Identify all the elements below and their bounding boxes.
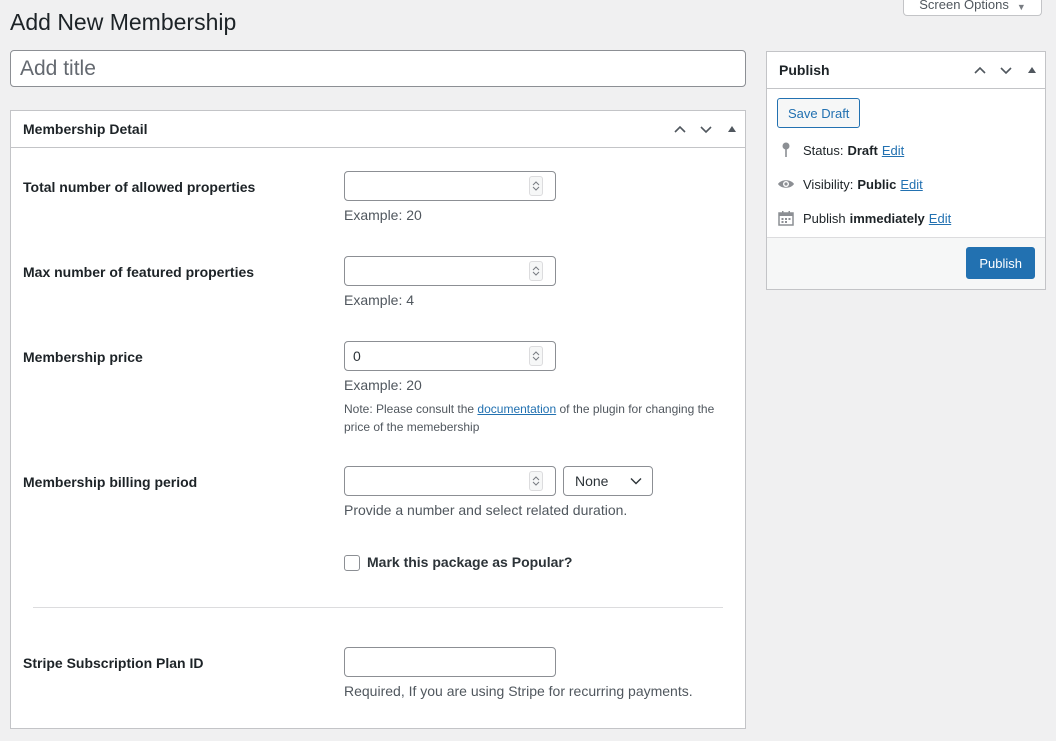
visibility-row: Visibility: Public Edit [777,175,923,193]
billing-duration-value: None [575,473,609,489]
calendar-icon [777,209,795,227]
pin-icon [777,141,795,159]
save-draft-button[interactable]: Save Draft [777,98,861,128]
move-up-button[interactable] [967,52,993,88]
spinner-arrows-icon[interactable] [529,346,543,366]
publish-time-value: immediately [849,210,925,226]
status-row: Status: Draft Edit [777,141,904,159]
membership-price-label: Membership price [23,349,143,365]
membership-price-note: Note: Please consult the documentation o… [344,400,734,436]
section-divider [33,607,723,608]
toggle-panel-button[interactable] [1019,52,1045,88]
visibility-label: Visibility: [803,176,854,192]
publish-header: Publish [767,52,1045,89]
page: Screen Options ▼ Add New Membership Memb… [0,0,1056,741]
spinner-arrows-icon[interactable] [529,176,543,196]
screen-options-button[interactable]: Screen Options ▼ [903,0,1042,16]
chevron-down-icon [630,478,642,485]
chevron-down-icon [700,126,712,134]
publish-actions: Publish [767,237,1045,289]
note-text-before: Note: Please consult the [344,402,478,416]
billing-period-description: Provide a number and select related dura… [344,502,628,518]
stripe-plan-label: Stripe Subscription Plan ID [23,655,204,671]
publish-time-row: Publish immediately Edit [777,209,951,227]
chevron-down-icon [1000,67,1012,75]
eye-icon [777,175,795,193]
chevron-up-icon [674,125,686,133]
page-title: Add New Membership [10,9,237,35]
box-handle-actions [967,52,1045,88]
post-title-input[interactable] [10,50,746,87]
membership-detail-box: Membership Detail Total number of allowe… [10,110,746,729]
publish-heading: Publish [779,62,830,78]
toggle-arrow-icon [1028,67,1036,73]
membership-detail-heading: Membership Detail [23,121,148,137]
billing-period-label: Membership billing period [23,474,198,490]
box-handle-actions [667,111,745,147]
featured-properties-example: Example: 4 [344,292,415,308]
allowed-properties-label: Total number of allowed properties [23,179,256,195]
billing-period-input[interactable] [344,466,556,496]
publish-button[interactable]: Publish [966,247,1035,279]
chevron-up-icon [974,66,986,74]
publish-time-label: Publish [803,210,846,226]
featured-properties-input[interactable] [344,256,556,286]
allowed-properties-example: Example: 20 [344,207,422,223]
edit-visibility-link[interactable]: Edit [900,177,922,192]
allowed-properties-input[interactable] [344,171,556,201]
edit-status-link[interactable]: Edit [882,143,904,158]
status-label: Status: [803,142,844,158]
move-up-button[interactable] [667,111,693,147]
move-down-button[interactable] [693,111,719,147]
edit-publish-time-link[interactable]: Edit [929,211,951,226]
membership-price-example: Example: 20 [344,377,422,393]
spinner-arrows-icon[interactable] [529,261,543,281]
featured-properties-label: Max number of featured properties [23,264,255,280]
status-value: Draft [847,142,878,158]
membership-detail-header: Membership Detail [11,111,745,148]
publish-box: Publish Save Draft Status: Draft Edit Vi… [766,51,1046,290]
visibility-value: Public [857,176,897,192]
toggle-arrow-icon [728,126,736,132]
caret-down-icon: ▼ [1016,2,1026,12]
stripe-plan-description: Required, If you are using Stripe for re… [344,683,693,699]
documentation-link[interactable]: documentation [477,402,556,416]
stripe-plan-input[interactable] [344,647,556,677]
billing-duration-select[interactable]: None [563,466,653,496]
screen-options-label: Screen Options [919,0,1009,12]
popular-checkbox[interactable] [344,555,360,571]
popular-checkbox-label[interactable]: Mark this package as Popular? [367,554,572,570]
toggle-panel-button[interactable] [719,111,745,147]
spinner-arrows-icon[interactable] [529,471,543,491]
move-down-button[interactable] [993,52,1019,88]
membership-price-input[interactable] [344,341,556,371]
